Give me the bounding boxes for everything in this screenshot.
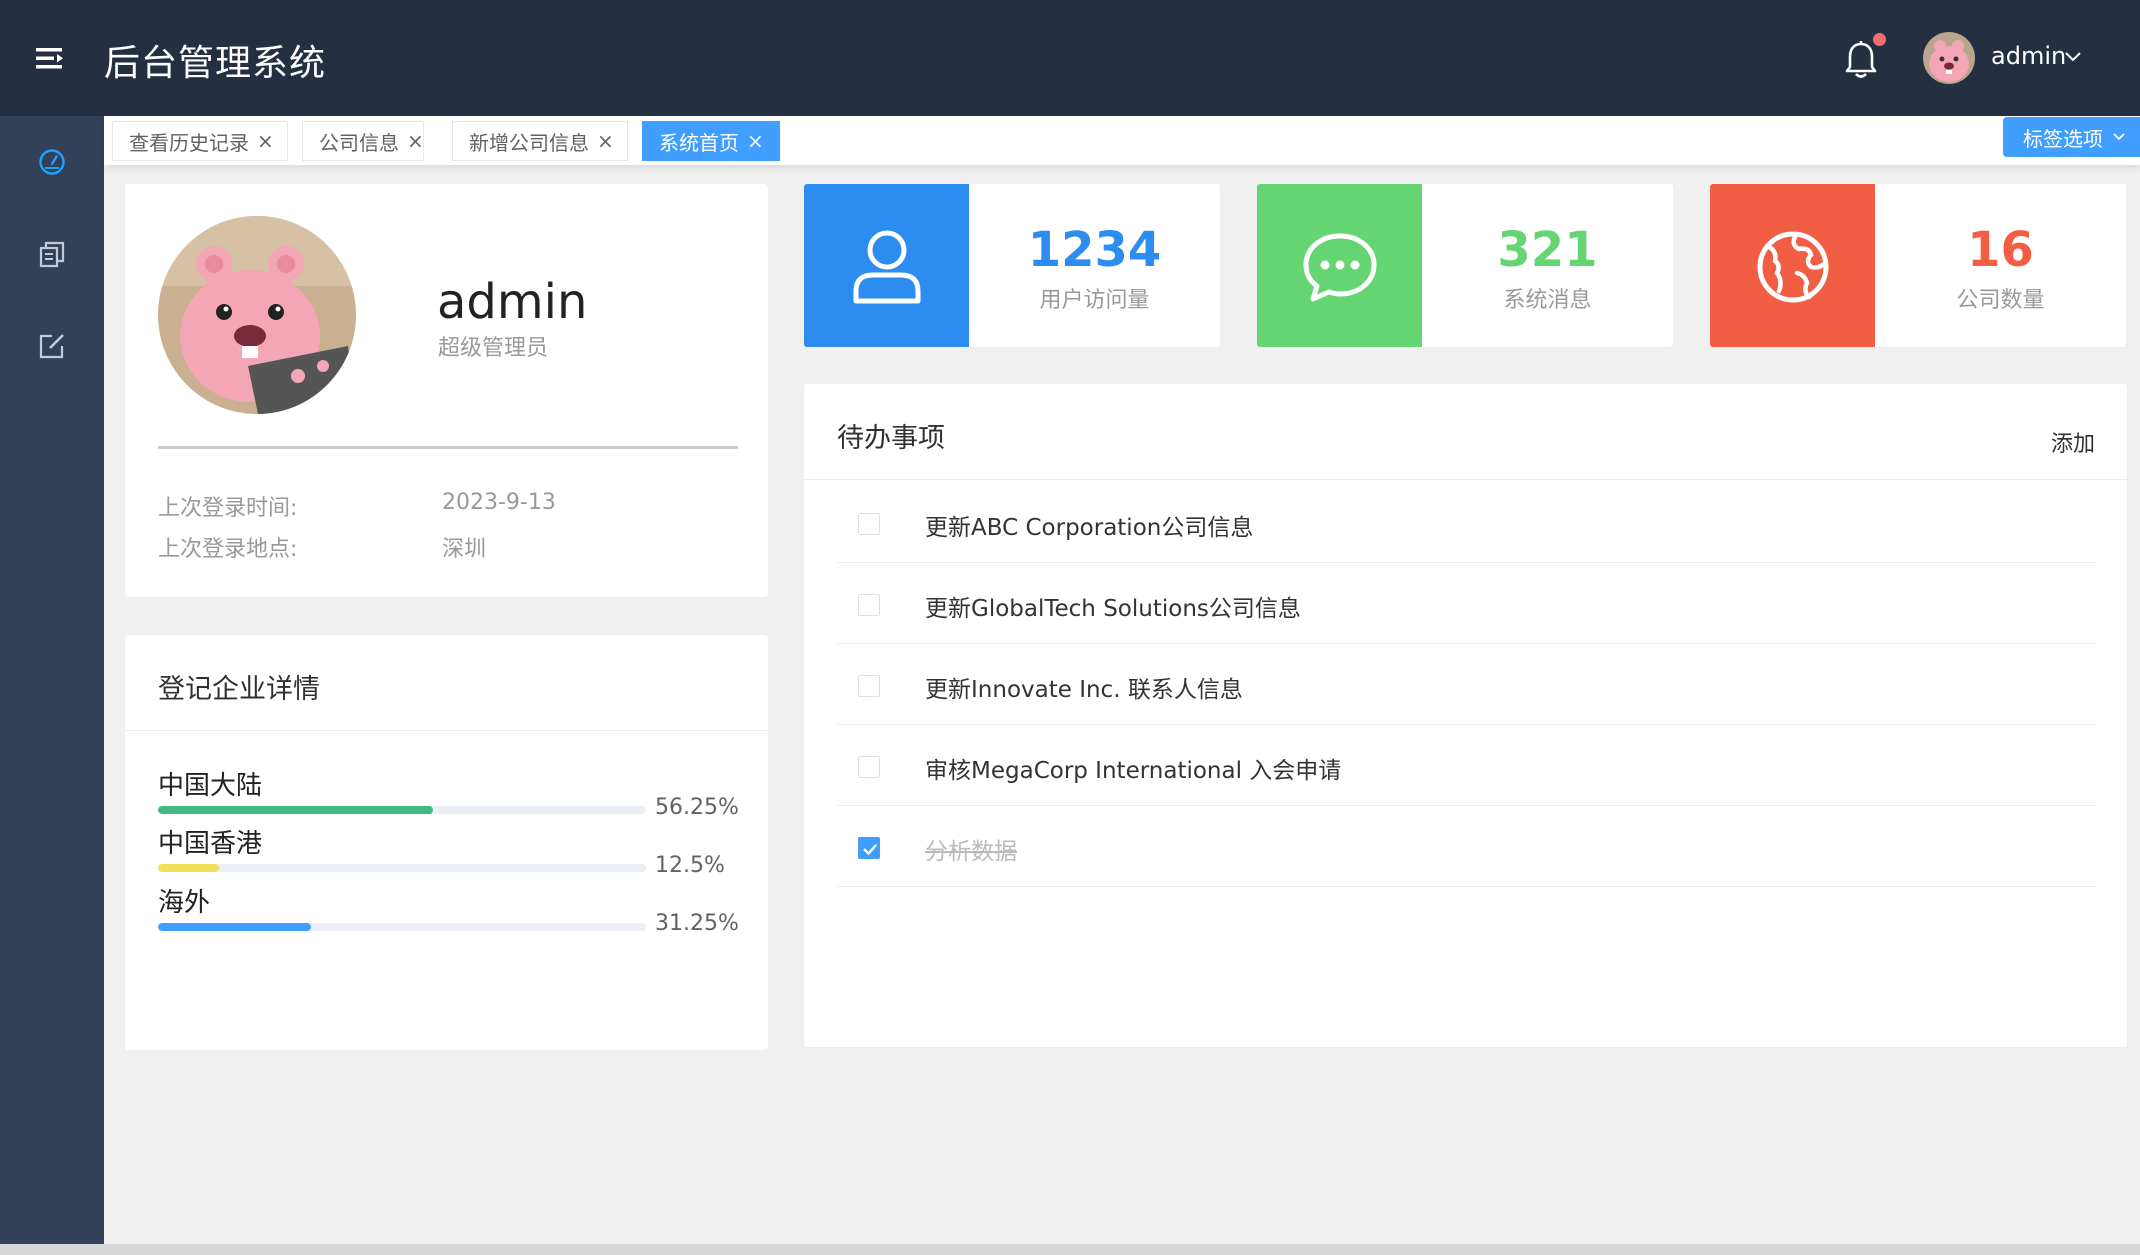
- todo-item: 更新GlobalTech Solutions公司信息: [837, 563, 2097, 644]
- tab-label: 系统首页: [659, 130, 739, 155]
- tab-home[interactable]: 系统首页 ×: [642, 121, 780, 161]
- region-name: 海外: [158, 888, 211, 918]
- progress-percent: 56.25%: [655, 795, 739, 820]
- profile-card: admin 超级管理员 上次登录时间: 2023-9-13 上次登录地点: 深圳: [124, 183, 769, 598]
- stat-label: 用户访问量: [1039, 288, 1150, 313]
- avatar[interactable]: [1923, 32, 1975, 84]
- last-login-place-label: 上次登录地点:: [158, 537, 298, 562]
- stat-icon-box: [804, 184, 969, 347]
- stat-value: 16: [1967, 222, 2034, 278]
- todo-card: 待办事项 添加 更新ABC Corporation公司信息 更新GlobalTe…: [803, 383, 2128, 1048]
- region-card: 登记企业详情 中国大陆 56.25% 中国香港 12.5% 海外 31.25%: [124, 634, 769, 1051]
- profile-name: admin: [437, 274, 588, 330]
- stat-card-messages[interactable]: 321 系统消息: [1256, 183, 1674, 348]
- todo-checkbox[interactable]: [858, 594, 880, 616]
- tab-label: 公司信息: [319, 130, 399, 155]
- divider: [158, 446, 738, 449]
- notification-badge: [1873, 33, 1886, 46]
- menu-fold-icon[interactable]: [36, 44, 66, 72]
- sidebar-item-documents[interactable]: [0, 208, 104, 298]
- check-icon: [863, 844, 877, 856]
- tag-options-dropdown[interactable]: 标签选项: [2003, 117, 2140, 157]
- dashboard-icon: [39, 149, 65, 175]
- card-header: 登记企业详情: [125, 635, 768, 731]
- progress-fill: [158, 864, 219, 872]
- globe-icon: [1757, 231, 1828, 302]
- progress-percent: 12.5%: [655, 853, 725, 878]
- progress-fill: [158, 806, 433, 814]
- tab-label: 新增公司信息: [469, 130, 589, 155]
- region-title: 登记企业详情: [158, 674, 320, 705]
- progress-bar: [158, 864, 646, 872]
- header-username[interactable]: admin: [1991, 42, 2066, 70]
- document-copy-icon: [39, 241, 65, 268]
- profile-avatar: [158, 216, 356, 414]
- tab-company-info[interactable]: 公司信息 ×: [302, 121, 424, 161]
- todo-checkbox[interactable]: [858, 756, 880, 778]
- stat-icon-box: [1710, 184, 1875, 347]
- profile-role: 超级管理员: [438, 336, 549, 361]
- user-icon: [853, 230, 920, 303]
- todo-checkbox[interactable]: [858, 837, 880, 859]
- region-name: 中国香港: [158, 829, 263, 859]
- todo-title: 待办事项: [837, 423, 945, 454]
- app-title: 后台管理系统: [104, 43, 327, 84]
- progress-fill: [158, 923, 311, 931]
- tab-label: 查看历史记录: [129, 130, 249, 155]
- last-login-time-label: 上次登录时间:: [158, 496, 298, 521]
- tags-bar: 查看历史记录 × 公司信息 × 新增公司信息 × 系统首页 ×: [104, 116, 2140, 165]
- progress-bar: [158, 806, 646, 814]
- sidebar-item-edit[interactable]: [0, 300, 104, 390]
- last-login-time-value: 2023-9-13: [442, 490, 556, 515]
- chat-dots-icon: [1303, 233, 1376, 301]
- bell-icon[interactable]: [1843, 40, 1879, 80]
- todo-item: 分析数据: [837, 806, 2097, 887]
- top-header: 后台管理系统 admin: [0, 0, 2140, 116]
- todo-item: 更新ABC Corporation公司信息: [837, 482, 2097, 563]
- sidebar-item-dashboard[interactable]: [0, 116, 104, 206]
- stat-label: 公司数量: [1956, 288, 2045, 313]
- stat-icon-box: [1257, 184, 1422, 347]
- tab-history[interactable]: 查看历史记录 ×: [112, 121, 288, 161]
- todo-text: 更新ABC Corporation公司信息: [925, 515, 1254, 541]
- close-icon[interactable]: ×: [747, 129, 764, 153]
- stat-card-companies[interactable]: 16 公司数量: [1709, 183, 2127, 348]
- stat-label: 系统消息: [1503, 288, 1592, 313]
- edit-icon: [39, 334, 64, 359]
- todo-checkbox[interactable]: [858, 513, 880, 535]
- region-name: 中国大陆: [158, 771, 263, 801]
- tab-add-company[interactable]: 新增公司信息 ×: [452, 121, 628, 161]
- todo-text: 审核MegaCorp International 入会申请: [925, 758, 1342, 784]
- todo-checkbox[interactable]: [858, 675, 880, 697]
- progress-bar: [158, 923, 646, 931]
- chevron-down-icon[interactable]: [2063, 46, 2083, 66]
- tag-options-label: 标签选项: [2023, 126, 2103, 151]
- sidebar: [0, 116, 104, 1244]
- todo-item: 审核MegaCorp International 入会申请: [837, 725, 2097, 806]
- todo-text: 更新GlobalTech Solutions公司信息: [925, 596, 1301, 622]
- last-login-place-value: 深圳: [442, 537, 487, 562]
- todo-text: 分析数据: [925, 839, 1017, 865]
- horizontal-scrollbar[interactable]: [0, 1244, 2140, 1255]
- card-header: 待办事项 添加: [804, 384, 2127, 480]
- chevron-down-icon: [2113, 133, 2125, 141]
- stat-value: 321: [1497, 222, 1598, 278]
- tags-fade: [1984, 116, 2004, 165]
- close-icon[interactable]: ×: [597, 129, 614, 153]
- close-icon[interactable]: ×: [407, 129, 424, 153]
- add-todo-button[interactable]: 添加: [2051, 426, 2095, 458]
- todo-text: 更新Innovate Inc. 联系人信息: [925, 677, 1243, 703]
- progress-percent: 31.25%: [655, 911, 739, 936]
- stat-card-visits[interactable]: 1234 用户访问量: [803, 183, 1221, 348]
- close-icon[interactable]: ×: [257, 129, 274, 153]
- todo-item: 更新Innovate Inc. 联系人信息: [837, 644, 2097, 725]
- stat-value: 1234: [1027, 222, 1162, 278]
